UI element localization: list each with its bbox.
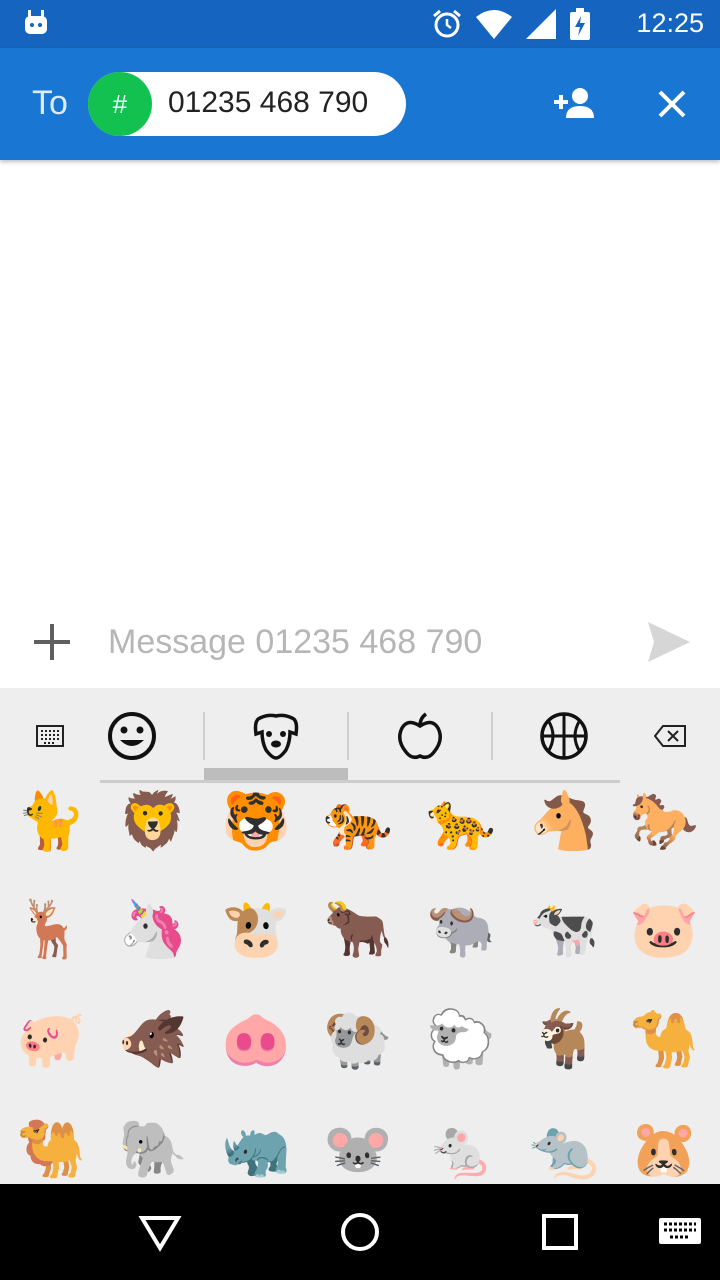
emoji-key[interactable]: 🐫 — [14, 1112, 88, 1184]
battery-charging-icon — [570, 8, 590, 40]
emoji-key[interactable]: 🐽 — [219, 1002, 293, 1076]
emoji-key[interactable]: 🐄 — [527, 892, 601, 966]
category-track — [100, 780, 620, 783]
emoji-grid: 🐈 🦁 🐯 🐅 🐆 🐴 🐎 🦌 🦄 🐮 🐂 🐃 🐄 🐷 🐖 🐗 🐽 🐏 🐑 🐐 🐪 🐫 🐘 🦏 🐭 🐁 🐀 🐹 — [0, 784, 720, 1184]
send-icon[interactable] — [644, 618, 692, 666]
add-attachment-icon[interactable] — [30, 620, 74, 664]
keyboard-icon[interactable] — [20, 710, 80, 762]
wifi-icon — [476, 10, 512, 39]
message-input[interactable] — [108, 616, 608, 668]
status-time: 12:25 — [636, 8, 704, 38]
backspace-icon[interactable] — [640, 710, 700, 762]
emoji-key[interactable]: 🐘 — [116, 1112, 190, 1184]
alarm-icon — [433, 9, 461, 38]
emoji-key[interactable]: 🐷 — [627, 892, 701, 966]
back-icon[interactable] — [136, 1208, 184, 1256]
emoji-key[interactable]: 🐏 — [321, 1002, 395, 1076]
cell-signal-icon — [526, 9, 556, 39]
status-icons — [432, 8, 590, 40]
emoji-key[interactable]: 🐆 — [424, 784, 498, 858]
apple-icon[interactable] — [390, 710, 450, 762]
emoji-key[interactable]: 🐐 — [527, 1002, 601, 1076]
basketball-icon[interactable] — [534, 710, 594, 762]
emoji-key[interactable]: 🐮 — [219, 892, 293, 966]
recipient-avatar: # — [88, 72, 152, 136]
emoji-key[interactable]: 🐎 — [627, 784, 701, 858]
android-notification-icon — [25, 10, 47, 34]
emoji-key[interactable]: 🐑 — [424, 1002, 498, 1076]
emoji-key[interactable]: 🐅 — [321, 784, 395, 858]
smiley-icon[interactable] — [102, 710, 162, 762]
emoji-category-bar — [0, 688, 720, 784]
recents-icon[interactable] — [536, 1208, 584, 1256]
category-divider — [203, 712, 205, 760]
emoji-key[interactable]: 🐴 — [527, 784, 601, 858]
close-icon[interactable] — [646, 78, 698, 130]
emoji-keyboard: 🐈 🦁 🐯 🐅 🐆 🐴 🐎 🦌 🦄 🐮 🐂 🐃 🐄 🐷 🐖 🐗 🐽 🐏 🐑 🐐 🐪 🐫 🐘 🦏 🐭 🐁 🐀 🐹 — [0, 688, 720, 1184]
home-icon[interactable] — [336, 1208, 384, 1256]
app-bar: To # 01235 468 790 — [0, 48, 720, 160]
emoji-key[interactable]: 🐁 — [424, 1112, 498, 1184]
add-contact-icon[interactable] — [550, 78, 602, 130]
emoji-key[interactable]: 🐹 — [627, 1112, 701, 1184]
emoji-key[interactable]: 🐯 — [219, 784, 293, 858]
emoji-key[interactable]: 🐭 — [321, 1112, 395, 1184]
emoji-key[interactable]: 🦁 — [116, 784, 190, 858]
emoji-key[interactable]: 🐂 — [321, 892, 395, 966]
status-bar: 12:25 — [0, 0, 720, 48]
category-divider — [347, 712, 349, 760]
nav-bar — [0, 1184, 720, 1280]
emoji-key[interactable]: 🐃 — [424, 892, 498, 966]
active-category-indicator — [204, 768, 348, 780]
to-label: To — [32, 84, 68, 122]
emoji-key[interactable]: 🐪 — [627, 1002, 701, 1076]
recipient-chip[interactable]: # 01235 468 790 — [88, 72, 406, 136]
category-divider — [491, 712, 493, 760]
message-composer — [0, 600, 720, 688]
emoji-key[interactable]: 🦌 — [14, 892, 88, 966]
recipient-number: 01235 468 790 — [168, 86, 369, 119]
emoji-key[interactable]: 🐈 — [14, 784, 88, 858]
emoji-key[interactable]: 🦏 — [219, 1112, 293, 1184]
emoji-key[interactable]: 🦄 — [116, 892, 190, 966]
emoji-key[interactable]: 🐗 — [116, 1002, 190, 1076]
dog-face-icon[interactable] — [246, 710, 306, 762]
emoji-key[interactable]: 🐀 — [527, 1112, 601, 1184]
emoji-key[interactable]: 🐖 — [14, 1002, 88, 1076]
keyboard-switch-icon[interactable] — [656, 1208, 704, 1256]
